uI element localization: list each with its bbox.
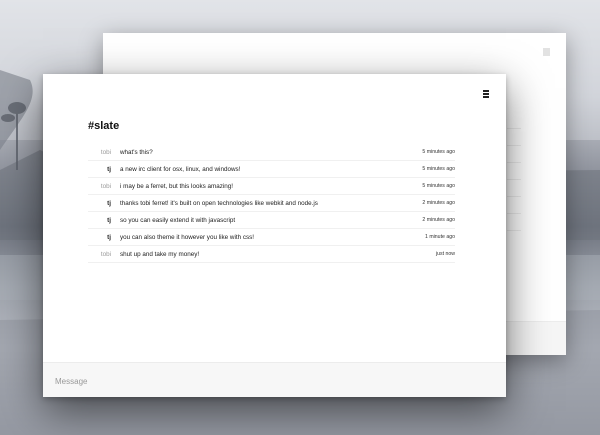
message-time: 5 minutes ago: [422, 149, 455, 155]
message-time: 2 minutes ago: [422, 200, 455, 206]
background-window-rows: [507, 128, 521, 247]
hamburger-menu-icon[interactable]: [481, 90, 491, 100]
message-time: 5 minutes ago: [422, 183, 455, 189]
window-icon: [543, 48, 550, 56]
message-text: a new irc client for osx, linux, and win…: [120, 165, 241, 173]
message-author[interactable]: tobi: [88, 149, 111, 156]
message-text: you can also theme it however you like w…: [120, 233, 255, 241]
message-time: 2 minutes ago: [422, 217, 455, 223]
message-author[interactable]: tj: [88, 217, 111, 224]
message-author[interactable]: tj: [88, 200, 111, 207]
message-input[interactable]: [55, 374, 485, 388]
message-time: 5 minutes ago: [422, 166, 455, 172]
message-composer: [43, 362, 506, 397]
message-row: tj thanks tobi ferret! it's built on ope…: [88, 195, 455, 212]
message-text: what's this?: [120, 148, 153, 156]
message-author[interactable]: tj: [88, 234, 111, 241]
message-text: i may be a ferret, but this looks amazin…: [120, 182, 234, 190]
message-row: tobi i may be a ferret, but this looks a…: [88, 178, 455, 195]
message-text: thanks tobi ferret! it's built on open t…: [120, 199, 318, 207]
message-author[interactable]: tj: [88, 166, 111, 173]
message-time: just now: [435, 251, 455, 257]
message-row: tobi what's this? 5 minutes ago: [88, 144, 455, 161]
message-author[interactable]: tobi: [88, 183, 111, 190]
message-text: shut up and take my money!: [120, 250, 200, 258]
message-author[interactable]: tobi: [88, 251, 111, 258]
chat-window: #slate tobi what's this? 5 minutes ago t…: [43, 74, 506, 397]
message-row: tj you can also theme it however you lik…: [88, 229, 455, 246]
message-list: tobi what's this? 5 minutes ago tj a new…: [88, 144, 455, 263]
message-row: tj a new irc client for osx, linux, and …: [88, 161, 455, 178]
message-row: tj so you can easily extend it with java…: [88, 212, 455, 229]
message-row: tobi shut up and take my money! just now: [88, 246, 455, 263]
message-text: so you can easily extend it with javascr…: [120, 216, 236, 224]
channel-title: #slate: [88, 120, 120, 132]
message-time: 1 minute ago: [425, 234, 455, 240]
